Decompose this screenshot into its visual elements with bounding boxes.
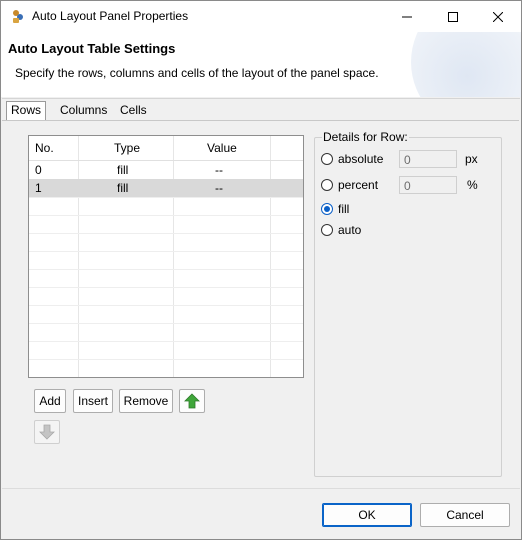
radio-fill[interactable]: fill (321, 201, 349, 217)
empty-row (29, 197, 303, 216)
maximize-icon (448, 11, 458, 22)
absolute-value-field[interactable]: 0 (399, 150, 457, 168)
absolute-unit: px (465, 152, 478, 166)
tab-rows[interactable]: Rows (6, 101, 47, 121)
percent-unit: % (467, 178, 478, 192)
empty-row (29, 269, 303, 288)
radio-absolute-indicator[interactable] (321, 153, 333, 165)
empty-row (29, 323, 303, 342)
arrow-up-icon (184, 393, 200, 409)
row-type: fill (117, 163, 129, 177)
insert-button[interactable]: Insert (73, 389, 113, 413)
app-icon (13, 10, 23, 23)
row-no: 1 (35, 181, 42, 195)
row-value: -- (215, 181, 223, 195)
header-decoration (411, 32, 521, 97)
radio-percent-label: percent (338, 178, 379, 192)
move-up-button[interactable] (179, 389, 205, 413)
add-button[interactable]: Add (34, 389, 66, 413)
minimize-button[interactable] (384, 1, 430, 32)
empty-row (29, 233, 303, 252)
header-title: Auto Layout Table Settings (8, 41, 176, 56)
tab-columns[interactable]: Columns (56, 102, 111, 119)
radio-auto[interactable]: auto (321, 222, 361, 238)
radio-auto-label: auto (338, 223, 362, 237)
column-header-value[interactable]: Value (207, 136, 237, 160)
minimize-icon (402, 16, 412, 17)
cancel-button[interactable]: Cancel (420, 503, 510, 527)
window-title: Auto Layout Panel Properties (32, 9, 189, 23)
table-row[interactable]: 1 fill -- (29, 179, 303, 198)
close-button[interactable] (475, 1, 521, 32)
tab-bar: Rows Columns Cells (2, 98, 520, 121)
empty-row (29, 215, 303, 234)
remove-button[interactable]: Remove (119, 389, 173, 413)
row-value: -- (215, 163, 223, 177)
radio-auto-indicator[interactable] (321, 224, 333, 236)
details-group-title: Details for Row: (322, 130, 409, 144)
column-header-no[interactable]: No. (35, 136, 54, 160)
arrow-down-icon (39, 424, 55, 440)
empty-row (29, 251, 303, 270)
radio-percent-indicator[interactable] (321, 179, 333, 191)
ok-button[interactable]: OK (322, 503, 412, 527)
table-header: No. Type Value (29, 136, 303, 161)
title-bar: Auto Layout Panel Properties (1, 1, 521, 32)
dialog-header: Auto Layout Table Settings Specify the r… (1, 32, 521, 97)
radio-selected-dot (324, 206, 330, 212)
column-header-type[interactable]: Type (114, 136, 140, 160)
row-no: 0 (35, 163, 42, 177)
radio-percent[interactable]: percent (321, 177, 378, 193)
move-down-button[interactable] (34, 420, 60, 444)
radio-fill-indicator[interactable] (321, 203, 333, 215)
maximize-button[interactable] (430, 1, 476, 32)
dialog-window: Auto Layout Panel Properties Auto Layout… (0, 0, 522, 540)
percent-value-field[interactable]: 0 (399, 176, 457, 194)
row-type: fill (117, 181, 129, 195)
header-description: Specify the rows, columns and cells of t… (15, 66, 379, 80)
empty-row (29, 341, 303, 360)
rows-table[interactable]: No. Type Value 0 fill -- 1 fill -- (28, 135, 304, 378)
table-row[interactable]: 0 fill -- (29, 161, 303, 180)
empty-row (29, 287, 303, 306)
radio-absolute[interactable]: absolute (321, 151, 383, 167)
radio-fill-label: fill (338, 202, 350, 216)
close-icon (493, 11, 503, 22)
empty-row (29, 305, 303, 324)
radio-absolute-label: absolute (338, 152, 384, 166)
tab-cells[interactable]: Cells (116, 102, 151, 119)
